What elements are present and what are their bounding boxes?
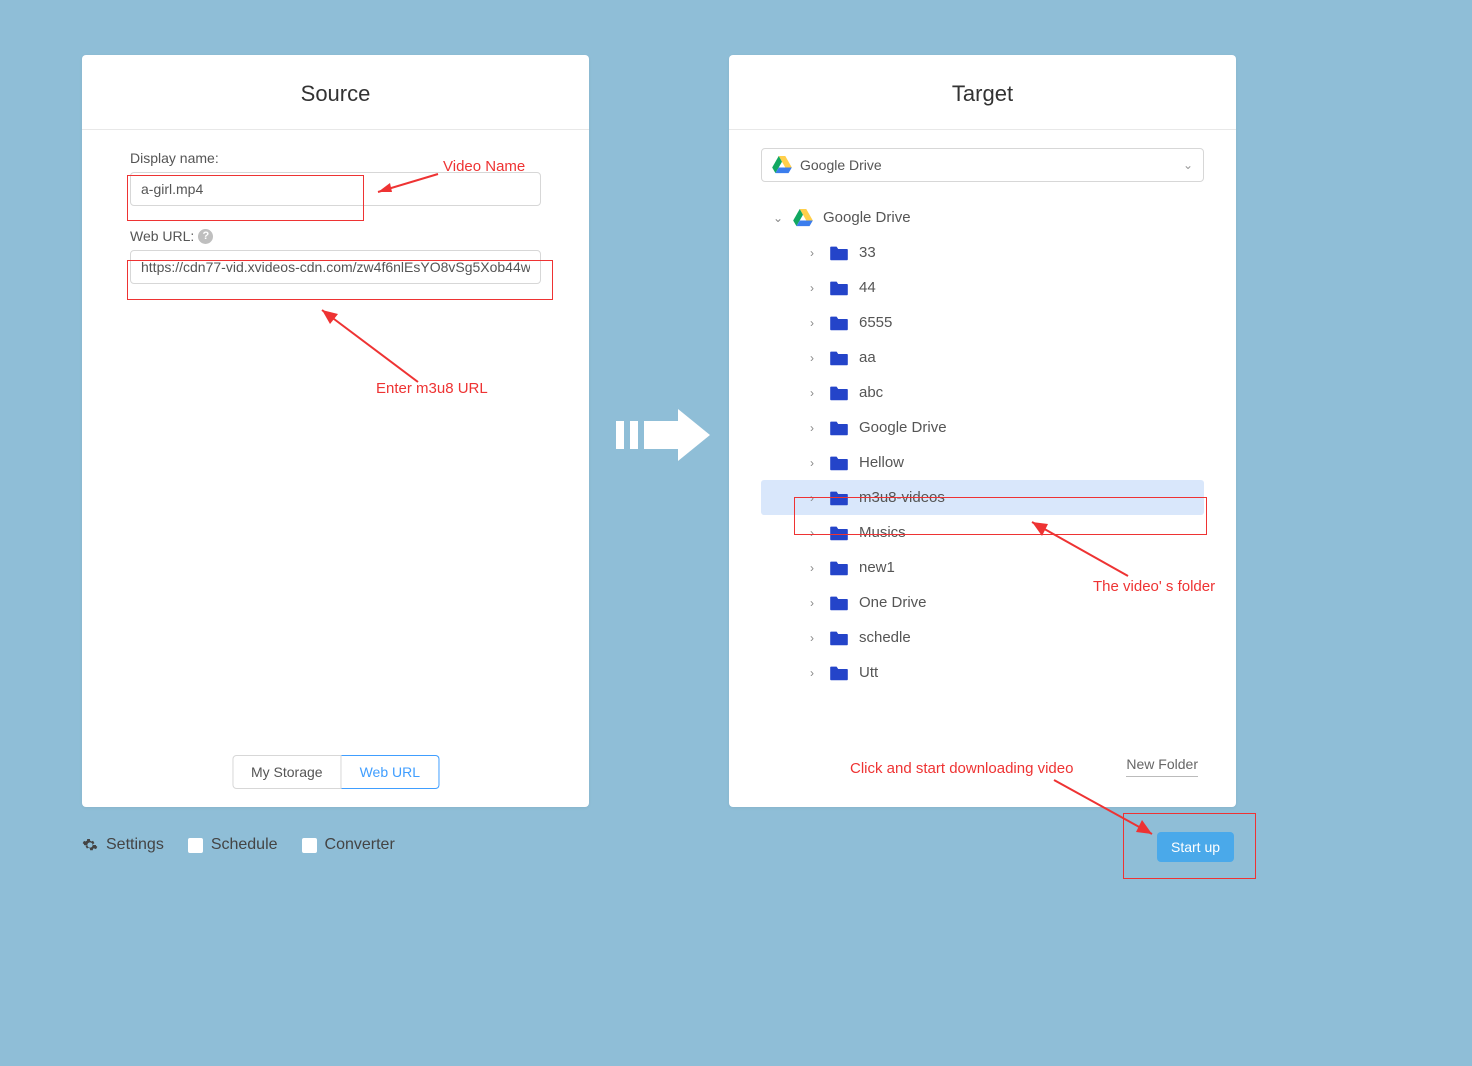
tree-item-label: Google Drive bbox=[859, 419, 947, 436]
settings-link[interactable]: Settings bbox=[82, 836, 164, 854]
checkbox-icon bbox=[188, 838, 203, 853]
tree-item-label: abc bbox=[859, 384, 883, 401]
tree-item-label: One Drive bbox=[859, 594, 927, 611]
tree-item-label: m3u8-videos bbox=[859, 489, 945, 506]
folder-tree: ⌄ Google Drive › 33 › 44 › 6555 › aa › abc › Google… bbox=[761, 200, 1204, 690]
tree-item-label: Utt bbox=[859, 664, 878, 681]
chevron-right-icon: › bbox=[803, 351, 821, 365]
chevron-right-icon: › bbox=[803, 386, 821, 400]
tree-root-label: Google Drive bbox=[823, 209, 911, 226]
tree-item[interactable]: › 6555 bbox=[761, 305, 1204, 340]
source-panel: Source Display name: Web URL: ? My Stora… bbox=[82, 55, 589, 807]
tree-item-label: 6555 bbox=[859, 314, 892, 331]
tree-item[interactable]: › aa bbox=[761, 340, 1204, 375]
display-name-label: Display name: bbox=[130, 150, 541, 166]
google-drive-icon bbox=[793, 209, 813, 227]
tree-item-label: new1 bbox=[859, 559, 895, 576]
settings-label: Settings bbox=[106, 836, 164, 854]
checkbox-icon bbox=[302, 838, 317, 853]
web-url-input[interactable] bbox=[130, 250, 541, 284]
converter-toggle[interactable]: Converter bbox=[302, 836, 395, 854]
target-panel: Target Google Drive ⌄ ⌄ Goo bbox=[729, 55, 1236, 807]
chevron-right-icon: › bbox=[803, 526, 821, 540]
new-folder-link[interactable]: New Folder bbox=[1126, 756, 1198, 777]
help-icon[interactable]: ? bbox=[198, 229, 213, 244]
tree-item-label: Hellow bbox=[859, 454, 904, 471]
tree-item-label: aa bbox=[859, 349, 876, 366]
chevron-down-icon: ⌄ bbox=[1183, 158, 1193, 172]
target-title: Target bbox=[729, 55, 1236, 130]
tree-item[interactable]: › Hellow bbox=[761, 445, 1204, 480]
google-drive-icon bbox=[772, 156, 792, 174]
tree-item-label: Musics bbox=[859, 524, 906, 541]
schedule-label: Schedule bbox=[211, 836, 278, 854]
tree-item[interactable]: › Google Drive bbox=[761, 410, 1204, 445]
tree-item[interactable]: › schedle bbox=[761, 620, 1204, 655]
display-name-input[interactable] bbox=[130, 172, 541, 206]
chevron-right-icon: › bbox=[803, 491, 821, 505]
tree-item[interactable]: › 44 bbox=[761, 270, 1204, 305]
tab-my-storage[interactable]: My Storage bbox=[232, 755, 342, 789]
chevron-down-icon: ⌄ bbox=[769, 211, 787, 225]
folder-icon bbox=[829, 315, 849, 331]
chevron-right-icon: › bbox=[803, 421, 821, 435]
target-body: Google Drive ⌄ ⌄ Google Drive › 33 › 44 › 655… bbox=[729, 130, 1236, 690]
tree-item-label: schedle bbox=[859, 629, 911, 646]
chevron-right-icon: › bbox=[803, 631, 821, 645]
converter-label: Converter bbox=[325, 836, 395, 854]
chevron-right-icon: › bbox=[803, 596, 821, 610]
web-url-label: Web URL: ? bbox=[130, 228, 541, 244]
tree-item[interactable]: › Musics bbox=[761, 515, 1204, 550]
tree-item[interactable]: › 33 bbox=[761, 235, 1204, 270]
chevron-right-icon: › bbox=[803, 281, 821, 295]
gear-icon bbox=[82, 837, 98, 853]
folder-icon bbox=[829, 350, 849, 366]
drive-select[interactable]: Google Drive ⌄ bbox=[761, 148, 1204, 182]
startup-button[interactable]: Start up bbox=[1157, 832, 1234, 862]
source-tabs: My Storage Web URL bbox=[232, 755, 439, 789]
tree-root[interactable]: ⌄ Google Drive bbox=[761, 200, 1204, 235]
chevron-right-icon: › bbox=[803, 246, 821, 260]
tree-item[interactable]: › abc bbox=[761, 375, 1204, 410]
drive-select-label: Google Drive bbox=[800, 157, 882, 173]
folder-icon bbox=[829, 665, 849, 681]
tree-item-label: 44 bbox=[859, 279, 876, 296]
web-url-label-text: Web URL: bbox=[130, 228, 194, 244]
chevron-right-icon: › bbox=[803, 666, 821, 680]
folder-icon bbox=[829, 245, 849, 261]
folder-icon bbox=[829, 280, 849, 296]
flow-arrow-icon bbox=[616, 407, 712, 463]
chevron-right-icon: › bbox=[803, 316, 821, 330]
chevron-right-icon: › bbox=[803, 561, 821, 575]
tree-item[interactable]: › m3u8-videos bbox=[761, 480, 1204, 515]
tree-item-label: 33 bbox=[859, 244, 876, 261]
tree-item[interactable]: › One Drive bbox=[761, 585, 1204, 620]
folder-icon bbox=[829, 490, 849, 506]
folder-icon bbox=[829, 455, 849, 471]
folder-icon bbox=[829, 525, 849, 541]
chevron-right-icon: › bbox=[803, 456, 821, 470]
folder-icon bbox=[829, 385, 849, 401]
folder-icon bbox=[829, 630, 849, 646]
source-title: Source bbox=[82, 55, 589, 130]
schedule-toggle[interactable]: Schedule bbox=[188, 836, 278, 854]
source-form: Display name: Web URL: ? bbox=[82, 130, 589, 304]
folder-icon bbox=[829, 560, 849, 576]
tree-item[interactable]: › new1 bbox=[761, 550, 1204, 585]
folder-icon bbox=[829, 595, 849, 611]
tab-web-url[interactable]: Web URL bbox=[342, 755, 439, 789]
footer: Settings Schedule Converter bbox=[82, 836, 395, 854]
folder-icon bbox=[829, 420, 849, 436]
tree-item[interactable]: › Utt bbox=[761, 655, 1204, 690]
